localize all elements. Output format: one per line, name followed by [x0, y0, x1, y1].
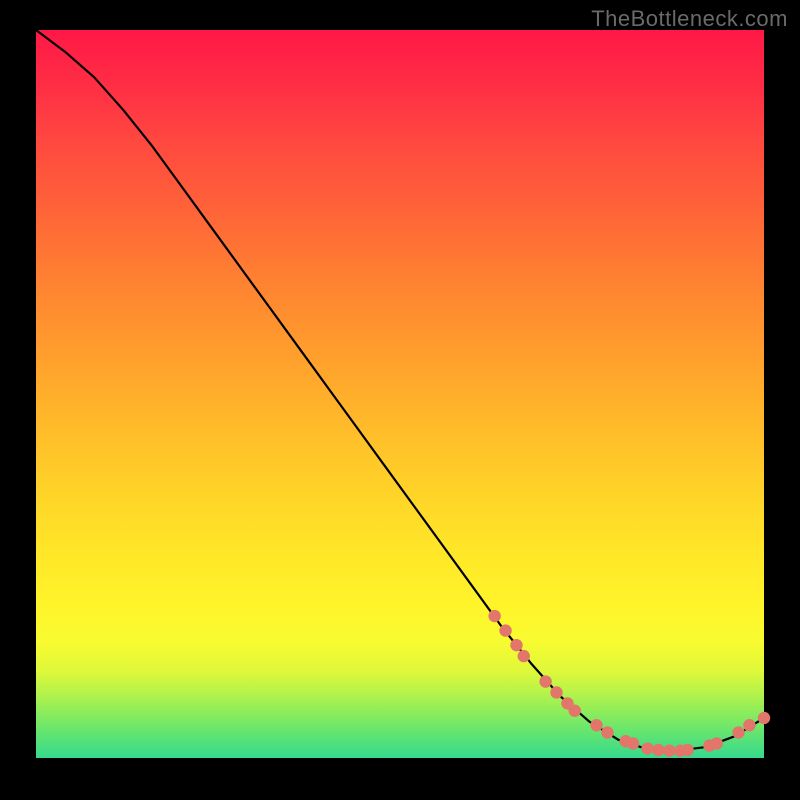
- data-marker: [518, 650, 530, 662]
- data-marker: [710, 737, 722, 749]
- data-marker: [732, 726, 744, 738]
- chart-overlay: [36, 30, 764, 758]
- data-marker: [681, 744, 693, 756]
- chart-frame: TheBottleneck.com: [0, 0, 800, 800]
- data-marker: [758, 712, 770, 724]
- data-markers: [488, 610, 770, 757]
- data-marker: [641, 742, 653, 754]
- bottleneck-curve: [36, 30, 764, 751]
- data-marker: [663, 745, 675, 757]
- data-marker: [550, 686, 562, 698]
- watermark-text: TheBottleneck.com: [591, 6, 788, 32]
- data-marker: [499, 624, 511, 636]
- plot-area: [36, 30, 764, 758]
- data-marker: [743, 719, 755, 731]
- data-marker: [488, 610, 500, 622]
- data-marker: [539, 675, 551, 687]
- data-marker: [652, 744, 664, 756]
- data-marker: [627, 737, 639, 749]
- data-marker: [569, 704, 581, 716]
- data-marker: [601, 726, 613, 738]
- data-marker: [590, 719, 602, 731]
- data-marker: [510, 639, 522, 651]
